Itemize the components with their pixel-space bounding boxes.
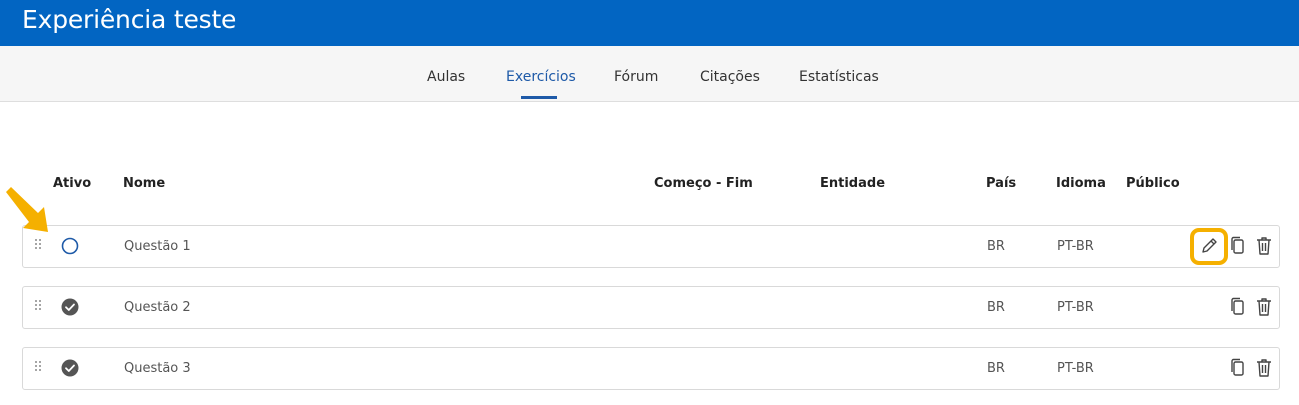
tab-bar: Aulas Exercícios Fórum Citações Estatíst…: [0, 46, 1299, 102]
row-language: PT-BR: [1057, 239, 1094, 254]
arrow-icon: [6, 187, 48, 232]
column-header-name: Nome: [123, 176, 166, 191]
table-row[interactable]: Questão 1 BR PT-BR: [22, 225, 1280, 268]
copy-icon[interactable]: [1228, 235, 1248, 257]
tab-citacoes[interactable]: Citações: [700, 69, 760, 85]
column-header-active: Ativo: [53, 176, 92, 191]
row-country: BR: [987, 239, 1005, 254]
row-country: BR: [987, 300, 1005, 315]
tab-estatisticas[interactable]: Estatísticas: [799, 69, 879, 85]
trash-icon[interactable]: [1254, 357, 1274, 379]
row-country: BR: [987, 361, 1005, 376]
trash-icon[interactable]: [1254, 296, 1274, 318]
row-name: Questão 2: [124, 300, 191, 315]
drag-handle-icon[interactable]: [35, 239, 43, 253]
copy-icon[interactable]: [1228, 357, 1248, 379]
column-header-entity: Entidade: [820, 176, 886, 191]
column-header-language: Idioma: [1056, 176, 1106, 191]
page-title: Experiência teste: [22, 5, 237, 34]
row-language: PT-BR: [1057, 300, 1094, 315]
pencil-icon[interactable]: [1199, 235, 1219, 257]
trash-icon[interactable]: [1254, 235, 1274, 257]
empty-circle-icon[interactable]: [60, 236, 80, 256]
column-header-audience: Público: [1126, 176, 1180, 191]
row-language: PT-BR: [1057, 361, 1094, 376]
drag-handle-icon[interactable]: [35, 361, 43, 375]
row-name: Questão 3: [124, 361, 191, 376]
copy-icon[interactable]: [1228, 296, 1248, 318]
table-row[interactable]: Questão 3 BR PT-BR: [22, 347, 1280, 390]
row-name: Questão 1: [124, 239, 191, 254]
tab-aulas[interactable]: Aulas: [427, 69, 465, 85]
table-row[interactable]: Questão 2 BR PT-BR: [22, 286, 1280, 329]
check-circle-icon[interactable]: [60, 297, 80, 317]
tab-exercicios[interactable]: Exercícios: [506, 69, 576, 85]
active-tab-indicator: [521, 96, 557, 99]
check-circle-icon[interactable]: [60, 358, 80, 378]
drag-handle-icon[interactable]: [35, 300, 43, 314]
column-header-country: País: [986, 176, 1017, 191]
column-header-dates: Começo - Fim: [654, 176, 753, 191]
app-header: Experiência teste: [0, 0, 1299, 46]
tab-forum[interactable]: Fórum: [614, 69, 658, 85]
